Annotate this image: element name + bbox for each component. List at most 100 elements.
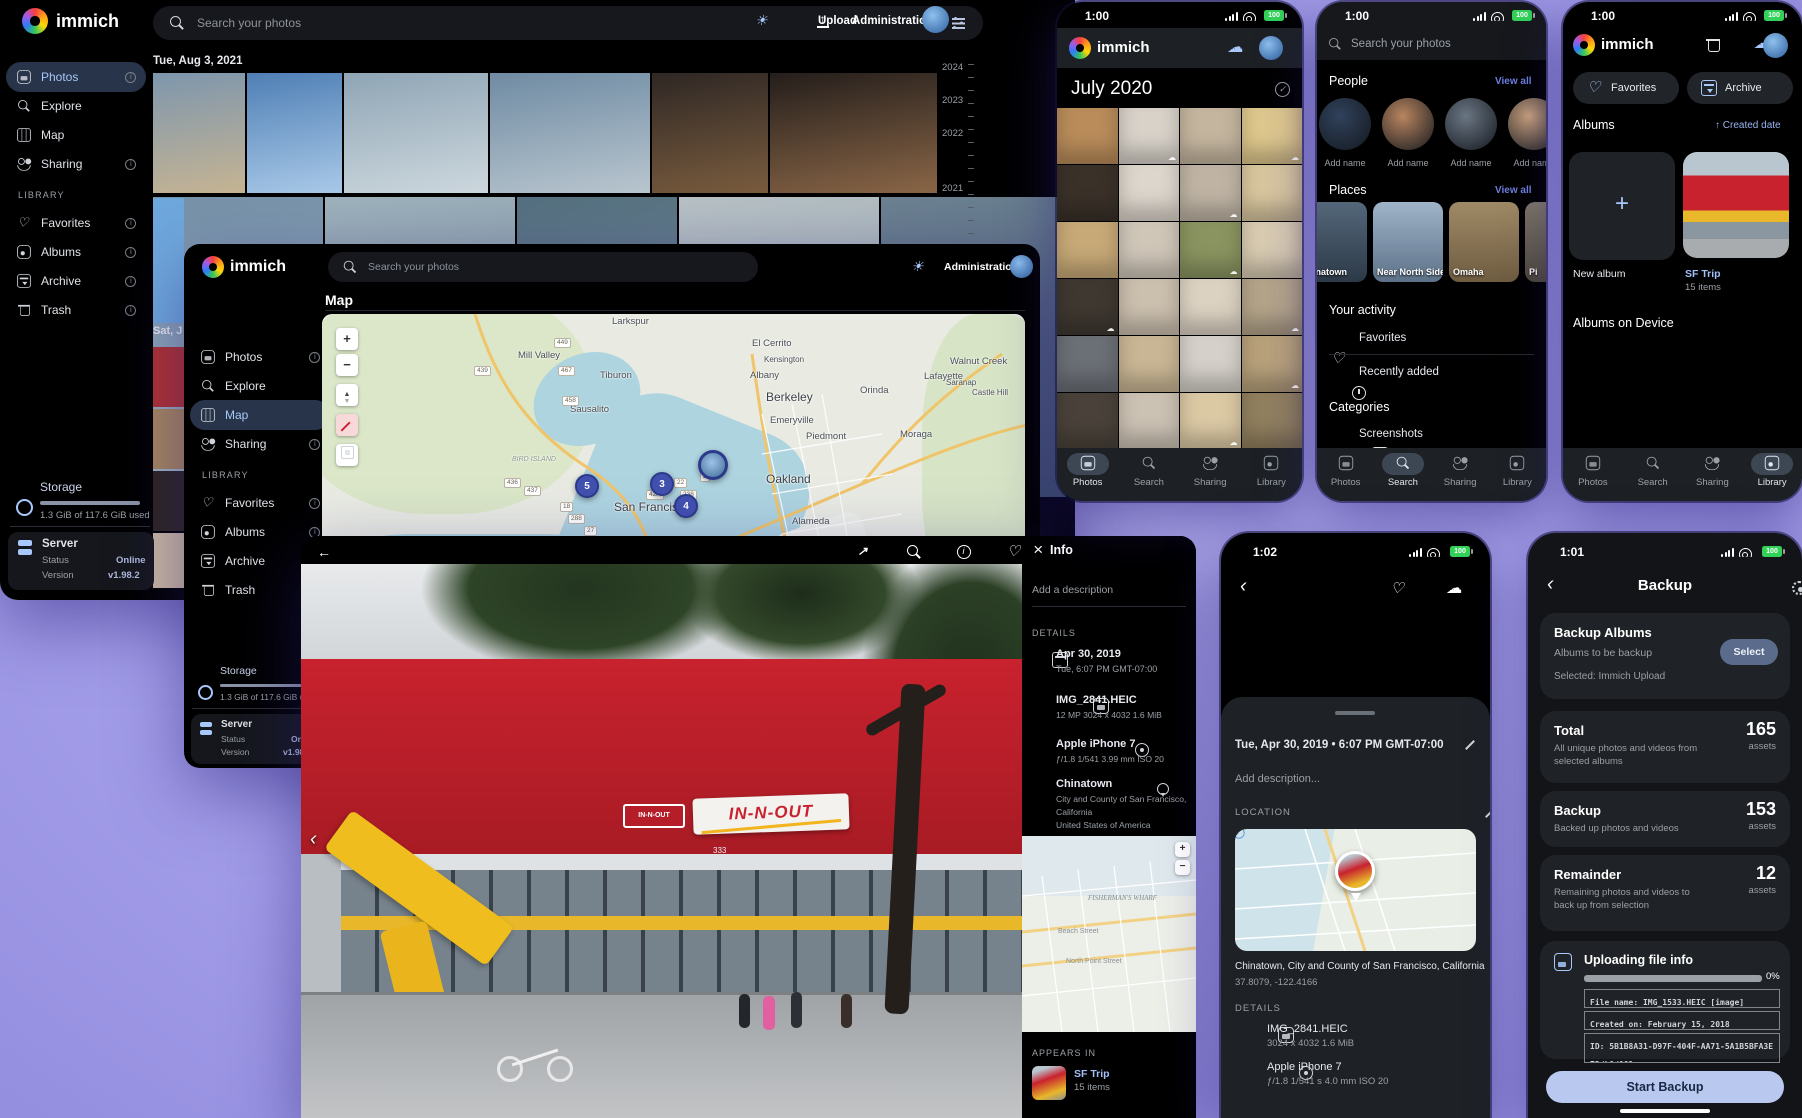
nav-item-photos[interactable]: Photos — [1563, 448, 1623, 501]
person-face[interactable] — [1508, 98, 1546, 150]
user-avatar[interactable] — [1259, 36, 1283, 60]
edit-date-icon[interactable] — [1463, 737, 1479, 753]
photo-thumbnail[interactable] — [153, 409, 184, 469]
person-face[interactable] — [1382, 98, 1434, 150]
places-view-all-link[interactable]: View all — [1495, 185, 1532, 196]
nav-item-search[interactable]: Search — [1374, 448, 1431, 501]
photo-area[interactable] — [1221, 603, 1490, 697]
nav-item-library[interactable]: Library — [1742, 448, 1802, 501]
start-backup-button[interactable]: Start Backup — [1546, 1071, 1784, 1103]
description-input[interactable]: Add description... — [1235, 773, 1320, 785]
photo-tile[interactable] — [1119, 279, 1180, 335]
sidebar-item-trash[interactable]: Trash — [6, 295, 146, 325]
sidebar-item-albums[interactable]: Albums — [6, 237, 146, 267]
photo-tile[interactable] — [1119, 336, 1180, 392]
select-button[interactable]: Select — [1720, 639, 1778, 665]
nav-item-sharing[interactable]: Sharing — [1432, 448, 1489, 501]
map-compass-button[interactable] — [336, 384, 358, 406]
sidebar-item-sharing[interactable]: Sharing — [6, 149, 146, 179]
previous-photo-icon[interactable] — [307, 832, 323, 848]
new-album-tile[interactable]: + — [1569, 152, 1675, 260]
map-cluster-marker[interactable]: 4 — [674, 494, 698, 518]
info-icon[interactable] — [956, 544, 972, 560]
map-attribution-icon[interactable] — [1235, 829, 1245, 839]
location-map[interactable] — [1235, 829, 1476, 951]
settings-gear-icon[interactable] — [1792, 581, 1802, 595]
minimap-zoom-out-button[interactable]: − — [1175, 860, 1190, 875]
sidebar-item-sharing[interactable]: Sharing — [190, 429, 330, 459]
favorites-button[interactable]: Favorites — [1573, 72, 1679, 104]
favorite-icon[interactable] — [1007, 544, 1023, 560]
sidebar-item-favorites[interactable]: Favorites — [190, 488, 330, 518]
add-name-link[interactable]: Add name — [1319, 158, 1371, 168]
sidebar-item-archive[interactable]: Archive — [6, 266, 146, 296]
back-icon[interactable] — [1237, 579, 1253, 595]
share-icon[interactable] — [855, 544, 871, 560]
sidebar-item-photos[interactable]: Photos — [6, 62, 146, 92]
person-face[interactable] — [1445, 98, 1497, 150]
nav-item-library[interactable]: Library — [1489, 448, 1546, 501]
filter-icon[interactable] — [951, 15, 967, 31]
theme-toggle-icon[interactable] — [910, 259, 926, 275]
photo-thumbnail[interactable] — [153, 198, 184, 323]
photo-thumbnail[interactable] — [652, 73, 768, 193]
people-view-all-link[interactable]: View all — [1495, 76, 1532, 87]
search-input[interactable]: Search your photos — [328, 252, 758, 282]
photo-thumbnail[interactable] — [153, 347, 184, 407]
sidebar-item-explore[interactable]: Explore — [190, 371, 330, 401]
favorites-row[interactable]: Favorites — [1359, 332, 1406, 344]
person-face[interactable] — [1319, 98, 1371, 150]
sort-order-control[interactable]: ↑ Created date — [1715, 120, 1781, 131]
photo-thumbnail[interactable] — [770, 73, 937, 193]
photo-tile[interactable]: ☁ — [1057, 279, 1118, 335]
photo-thumbnail[interactable] — [490, 73, 650, 193]
photo-tile[interactable]: ☁ — [1242, 279, 1303, 335]
photo-tile[interactable]: ☁ — [1180, 222, 1241, 278]
map-fullscreen-button[interactable] — [336, 444, 358, 466]
administration-link[interactable]: Administration — [852, 15, 933, 27]
place-tile[interactable]: Chinatown — [1317, 202, 1367, 282]
sidebar-item-map[interactable]: Map — [6, 120, 146, 150]
sidebar-item-explore[interactable]: Explore — [6, 91, 146, 121]
photo-tile[interactable]: ☁ — [1180, 393, 1241, 449]
photo-tile[interactable] — [1242, 222, 1303, 278]
map-cluster-marker[interactable]: 5 — [575, 474, 599, 498]
add-name-link[interactable]: Add name — [1445, 158, 1497, 168]
photo-tile[interactable] — [1057, 393, 1118, 449]
sheet-handle[interactable] — [1335, 711, 1375, 715]
edit-location-icon[interactable] — [1483, 805, 1490, 821]
photo-tile[interactable]: ☁ — [1180, 165, 1241, 221]
photo-tile[interactable] — [1180, 279, 1241, 335]
photo-tile[interactable]: ☁ — [1242, 336, 1303, 392]
photo-tile[interactable] — [1180, 336, 1241, 392]
close-icon[interactable] — [1030, 542, 1046, 558]
photo-tile[interactable] — [1057, 222, 1118, 278]
minimap-zoom-in-button[interactable]: + — [1175, 842, 1190, 857]
search-input[interactable]: Search your photos — [1351, 38, 1451, 50]
place-tile[interactable]: Pi — [1525, 202, 1546, 282]
place-tile[interactable]: Omaha — [1449, 202, 1519, 282]
photo-canvas[interactable]: IN-N-OUT IN-N-OUT 333 — [301, 564, 1022, 1118]
place-tile[interactable]: Near North Side — [1373, 202, 1443, 282]
administration-link[interactable]: Administration — [944, 261, 1018, 273]
backup-cloud-icon[interactable] — [1227, 40, 1243, 56]
theme-toggle-icon[interactable] — [754, 13, 770, 29]
description-input[interactable]: Add a description — [1032, 584, 1113, 596]
photo-tile[interactable]: ☁ — [1242, 108, 1303, 164]
recently-added-row[interactable]: Recently added — [1359, 366, 1439, 378]
photo-tile[interactable] — [1119, 393, 1180, 449]
photo-tile[interactable] — [1180, 108, 1241, 164]
photo-tile[interactable]: ☁ — [1119, 108, 1180, 164]
photo-tile[interactable] — [1057, 165, 1118, 221]
photo-thumbnail[interactable] — [344, 73, 488, 193]
photo-tile[interactable] — [1119, 165, 1180, 221]
location-title[interactable]: Chinatown — [1056, 778, 1112, 790]
photo-thumbnail[interactable] — [153, 73, 245, 193]
zoom-icon[interactable] — [906, 544, 922, 560]
info-minimap[interactable]: FISHERMAN'S WHARF Beach Street North Poi… — [1022, 836, 1196, 1032]
nav-item-photos[interactable]: Photos — [1317, 448, 1374, 501]
sidebar-item-favorites[interactable]: Favorites — [6, 208, 146, 238]
nav-item-library[interactable]: Library — [1241, 448, 1302, 501]
photo-tile[interactable] — [1057, 336, 1118, 392]
album-name[interactable]: SF Trip — [1074, 1068, 1110, 1080]
